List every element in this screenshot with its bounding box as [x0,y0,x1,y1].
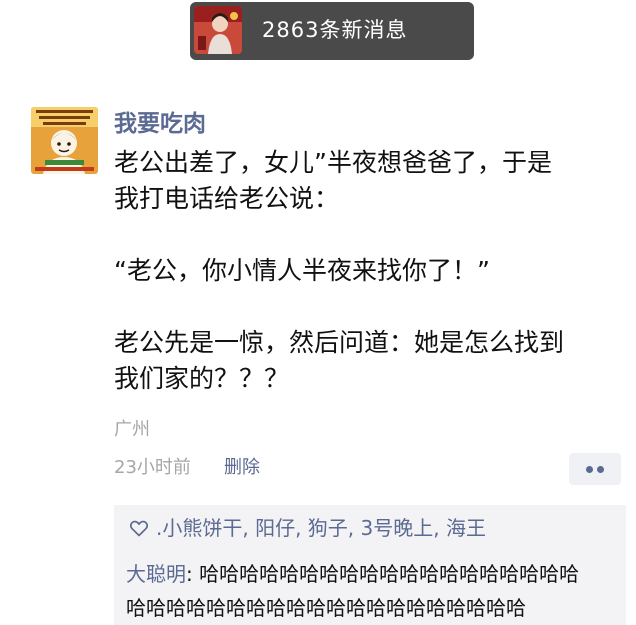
post-blank-line [114,217,626,253]
delete-post-link[interactable]: 删除 [224,456,260,480]
new-messages-notification[interactable]: 2863条新消息 [190,2,474,60]
comment-item[interactable]: 大聪明: 哈哈哈哈哈哈哈哈哈哈哈哈哈哈哈哈哈哈哈 哈哈哈哈哈哈哈哈哈哈哈哈哈哈哈… [126,557,622,625]
new-messages-count-text: 2863条新消息 [262,17,407,43]
post-text-line: 我们家的？？？ [114,361,626,397]
poster-avatar[interactable] [31,107,98,174]
comment-text: 哈哈哈哈哈哈哈哈哈哈哈哈哈哈哈哈哈哈哈哈 [126,596,526,620]
heart-icon [130,520,148,537]
post-text-line: “老公，你小情人半夜来找你了！” [114,253,626,289]
post-text-line: 我打电话给老公说： [114,181,626,217]
post-text-line: 老公先是一惊，然后问道：她是怎么找到 [114,325,626,361]
more-dot-icon [597,466,604,473]
more-dot-icon [586,466,593,473]
post-text-line: 老公出差了，女儿”半夜想爸爸了，于是 [114,145,626,181]
post-location[interactable]: 广州 [114,418,150,442]
comment-author[interactable]: 大聪明 [126,562,186,586]
likes-names[interactable]: .小熊饼干, 阳仔, 狗子, 3号晚上, 海王 [156,513,486,543]
poster-username[interactable]: 我要吃肉 [114,109,206,139]
comment-line: 大聪明: 哈哈哈哈哈哈哈哈哈哈哈哈哈哈哈哈哈哈哈 [126,557,622,591]
like-comment-menu-button[interactable] [569,453,621,485]
post-blank-line [114,289,626,325]
post-content: 老公出差了，女儿”半夜想爸爸了，于是 我打电话给老公说： “老公，你小情人半夜来… [114,145,626,397]
likes-comments-panel: .小熊饼干, 阳仔, 狗子, 3号晚上, 海王 大聪明: 哈哈哈哈哈哈哈哈哈哈哈… [114,505,626,625]
comment-line: 哈哈哈哈哈哈哈哈哈哈哈哈哈哈哈哈哈哈哈哈 [126,591,622,625]
comment-text: 哈哈哈哈哈哈哈哈哈哈哈哈哈哈哈哈哈哈哈 [199,562,579,586]
moments-feed-page: 2863条新消息 我要吃肉 老公出差了，女儿”半夜想爸爸了，于是 我打电话给老公… [0,0,636,625]
post-time: 23小时前 [114,456,191,480]
notification-avatar [194,6,242,54]
comment-separator: : [186,562,199,586]
